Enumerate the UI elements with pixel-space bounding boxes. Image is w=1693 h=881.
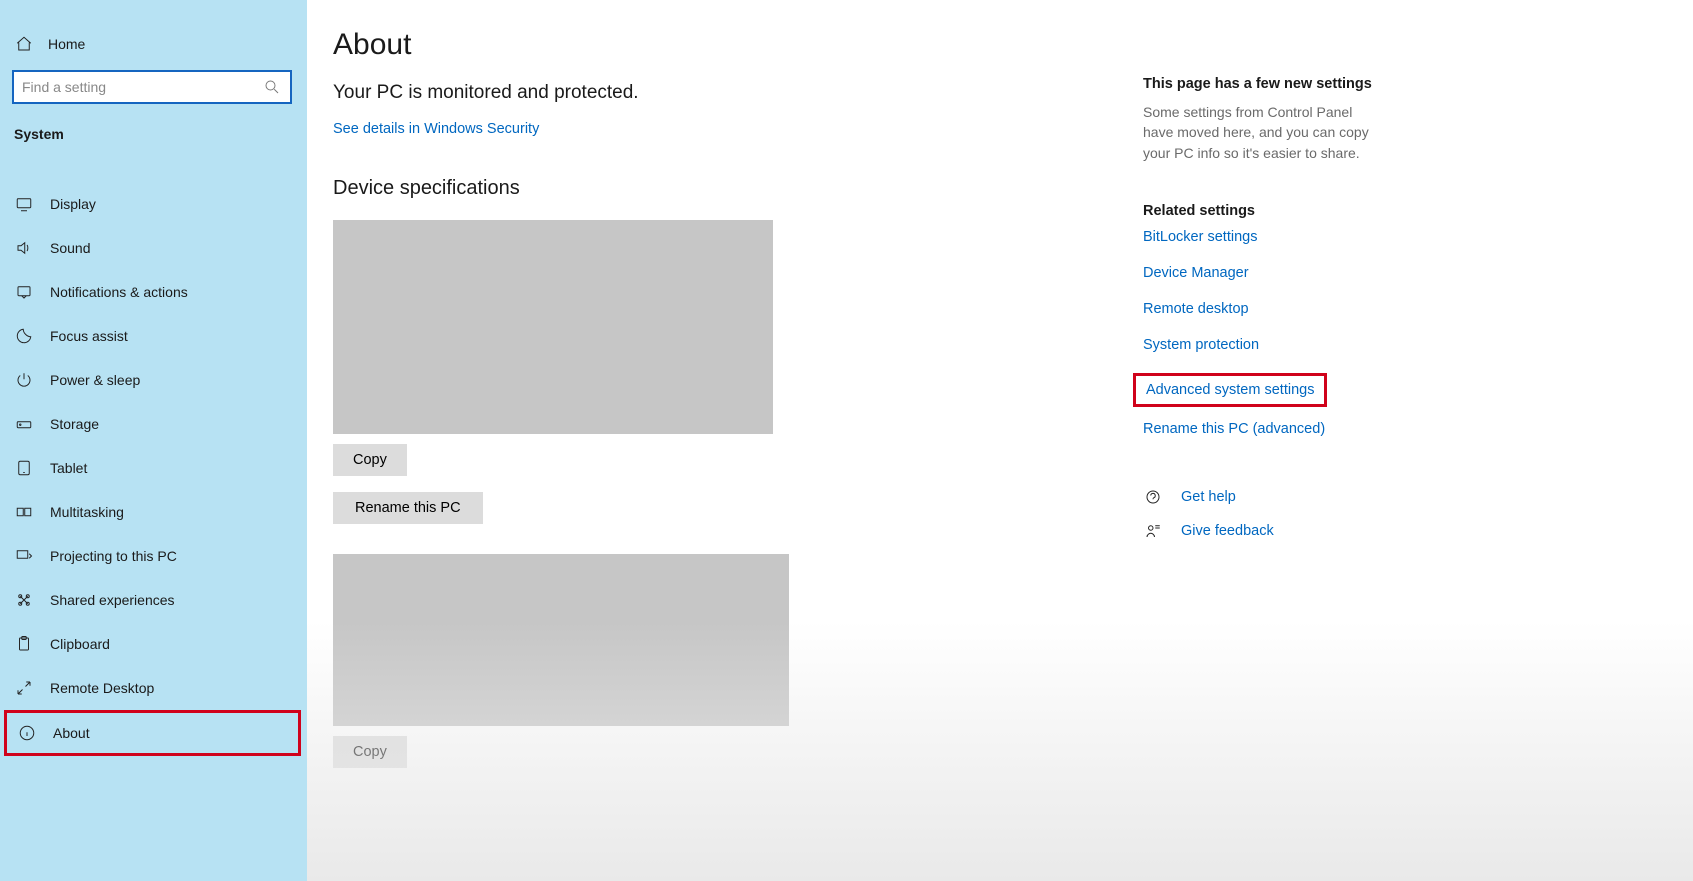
rename-pc-button[interactable]: Rename this PC bbox=[333, 492, 483, 524]
sidebar-item-label: Clipboard bbox=[50, 636, 110, 652]
rail-related-heading: Related settings bbox=[1143, 203, 1433, 219]
sidebar-item-shared-experiences[interactable]: Shared experiences bbox=[0, 578, 307, 622]
home-icon bbox=[14, 34, 34, 54]
sidebar-section-title: System bbox=[0, 112, 307, 152]
sidebar-item-focus-assist[interactable]: Focus assist bbox=[0, 314, 307, 358]
projecting-icon bbox=[14, 546, 34, 566]
link-system-protection[interactable]: System protection bbox=[1143, 337, 1433, 353]
search-box[interactable] bbox=[12, 70, 292, 104]
clipboard-icon bbox=[14, 634, 34, 654]
link-remote-desktop[interactable]: Remote desktop bbox=[1143, 301, 1433, 317]
sidebar-item-projecting[interactable]: Projecting to this PC bbox=[0, 534, 307, 578]
display-icon bbox=[14, 194, 34, 214]
search-input[interactable] bbox=[22, 79, 262, 95]
give-feedback-link[interactable]: Give feedback bbox=[1181, 523, 1274, 539]
sidebar-item-label: Focus assist bbox=[50, 328, 128, 344]
sidebar-item-display[interactable]: Display bbox=[0, 182, 307, 226]
feedback-icon bbox=[1143, 521, 1163, 541]
sidebar-item-label: Shared experiences bbox=[50, 592, 175, 608]
right-rail: This page has a few new settings Some se… bbox=[1133, 28, 1433, 881]
sidebar-item-about[interactable]: About bbox=[4, 710, 301, 756]
sound-icon bbox=[14, 238, 34, 258]
sidebar-item-clipboard[interactable]: Clipboard bbox=[0, 622, 307, 666]
sidebar-item-tablet[interactable]: Tablet bbox=[0, 446, 307, 490]
sidebar-item-power-sleep[interactable]: Power & sleep bbox=[0, 358, 307, 402]
device-spec-block bbox=[333, 220, 773, 434]
content: About Your PC is monitored and protected… bbox=[333, 28, 1133, 881]
sidebar: Home System Display Sound Notifications … bbox=[0, 0, 307, 881]
sidebar-home[interactable]: Home bbox=[0, 28, 307, 60]
sidebar-item-label: Projecting to this PC bbox=[50, 548, 177, 564]
focus-assist-icon bbox=[14, 326, 34, 346]
link-advanced-system-settings[interactable]: Advanced system settings bbox=[1133, 373, 1327, 407]
link-device-manager[interactable]: Device Manager bbox=[1143, 265, 1433, 281]
sidebar-item-remote-desktop[interactable]: Remote Desktop bbox=[0, 666, 307, 710]
power-icon bbox=[14, 370, 34, 390]
info-icon bbox=[17, 723, 37, 743]
sidebar-item-notifications[interactable]: Notifications & actions bbox=[0, 270, 307, 314]
sidebar-item-sound[interactable]: Sound bbox=[0, 226, 307, 270]
sidebar-item-multitasking[interactable]: Multitasking bbox=[0, 490, 307, 534]
help-icon bbox=[1143, 487, 1163, 507]
multitasking-icon bbox=[14, 502, 34, 522]
sidebar-item-storage[interactable]: Storage bbox=[0, 402, 307, 446]
sidebar-item-label: Storage bbox=[50, 416, 99, 432]
sidebar-item-label: Power & sleep bbox=[50, 372, 140, 388]
get-help-row[interactable]: Get help bbox=[1143, 487, 1433, 507]
give-feedback-row[interactable]: Give feedback bbox=[1143, 521, 1433, 541]
sidebar-item-label: Display bbox=[50, 196, 96, 212]
device-spec-heading: Device specifications bbox=[333, 177, 1133, 200]
copy-button-1[interactable]: Copy bbox=[333, 444, 407, 476]
remote-desktop-icon bbox=[14, 678, 34, 698]
get-help-link[interactable]: Get help bbox=[1181, 489, 1236, 505]
sidebar-home-label: Home bbox=[48, 36, 85, 52]
nav-list: Display Sound Notifications & actions Fo… bbox=[0, 152, 307, 756]
search-icon bbox=[262, 77, 282, 97]
tablet-icon bbox=[14, 458, 34, 478]
protection-status: Your PC is monitored and protected. bbox=[333, 82, 1133, 104]
rail-new-heading: This page has a few new settings bbox=[1143, 76, 1433, 92]
security-details-link[interactable]: See details in Windows Security bbox=[333, 121, 539, 137]
windows-spec-block bbox=[333, 554, 789, 726]
sidebar-item-label: Sound bbox=[50, 240, 90, 256]
shared-icon bbox=[14, 590, 34, 610]
copy-button-2[interactable]: Copy bbox=[333, 736, 407, 768]
link-rename-pc-advanced[interactable]: Rename this PC (advanced) bbox=[1143, 421, 1433, 437]
sidebar-item-label: About bbox=[53, 725, 90, 741]
storage-icon bbox=[14, 414, 34, 434]
sidebar-item-label: Multitasking bbox=[50, 504, 124, 520]
main: About Your PC is monitored and protected… bbox=[307, 0, 1693, 881]
sidebar-item-label: Tablet bbox=[50, 460, 87, 476]
search-wrap bbox=[0, 60, 307, 112]
sidebar-item-label: Remote Desktop bbox=[50, 680, 154, 696]
rail-new-text: Some settings from Control Panel have mo… bbox=[1143, 102, 1373, 163]
sidebar-item-label: Notifications & actions bbox=[50, 284, 188, 300]
page-title: About bbox=[333, 28, 1133, 62]
link-bitlocker[interactable]: BitLocker settings bbox=[1143, 229, 1433, 245]
notifications-icon bbox=[14, 282, 34, 302]
